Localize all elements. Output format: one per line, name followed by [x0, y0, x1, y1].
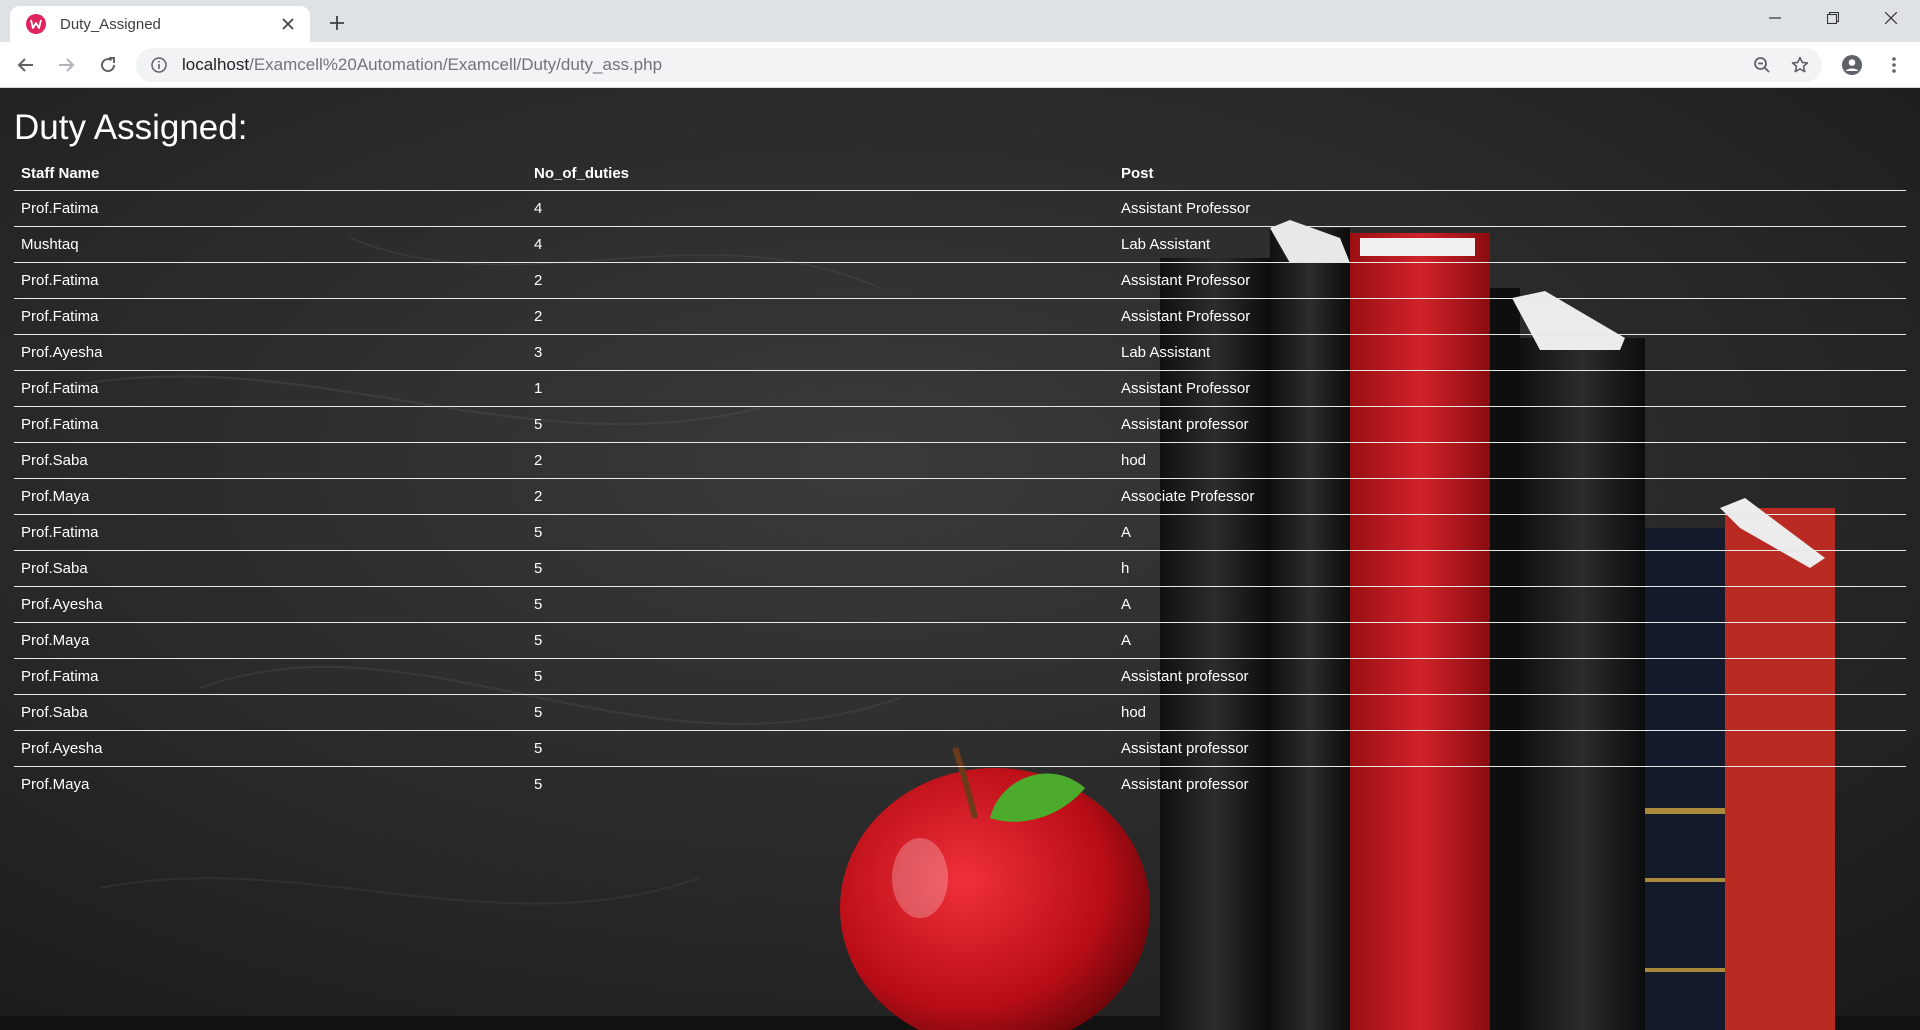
- staff-name-cell: Mushtaq: [14, 226, 527, 263]
- duties-count-cell: 2: [527, 478, 1114, 515]
- close-window-icon[interactable]: [1862, 0, 1920, 36]
- staff-name-cell: Prof.Fatima: [14, 262, 527, 299]
- post-cell: h: [1114, 550, 1906, 587]
- post-cell: Assistant Professor: [1114, 298, 1906, 335]
- tab-strip: Duty_Assigned: [0, 0, 1920, 42]
- staff-name-cell: Prof.Ayesha: [14, 334, 527, 371]
- staff-name-cell: Prof.Saba: [14, 550, 527, 587]
- post-cell: hod: [1114, 442, 1906, 479]
- post-cell: Lab Assistant: [1114, 226, 1906, 263]
- column-header-staff-name: Staff Name: [14, 158, 527, 191]
- star-icon[interactable]: [1786, 51, 1814, 79]
- staff-name-cell: Prof.Fatima: [14, 406, 527, 443]
- post-cell: A: [1114, 514, 1906, 551]
- zoom-icon[interactable]: [1748, 51, 1776, 79]
- restore-icon[interactable]: [1804, 0, 1862, 36]
- post-cell: Assistant professor: [1114, 406, 1906, 443]
- column-header-no-of-duties: No_of_duties: [527, 158, 1114, 191]
- duties-count-cell: 3: [527, 334, 1114, 371]
- forward-arrow-icon[interactable]: [50, 49, 82, 81]
- kebab-menu-icon[interactable]: [1878, 49, 1910, 81]
- url-text: localhost/Examcell%20Automation/Examcell…: [182, 55, 662, 75]
- post-cell: hod: [1114, 694, 1906, 731]
- reload-icon[interactable]: [92, 49, 124, 81]
- post-cell: A: [1114, 622, 1906, 659]
- table-row: Mushtaq 4 Lab Assistant: [14, 226, 1906, 263]
- duties-count-cell: 4: [527, 190, 1114, 227]
- table-row: Prof.Fatima 4 Assistant Professor: [14, 190, 1906, 227]
- account-icon[interactable]: [1836, 49, 1868, 81]
- duties-count-cell: 5: [527, 730, 1114, 767]
- tab-title: Duty_Assigned: [60, 15, 161, 33]
- post-cell: Assistant professor: [1121, 775, 1249, 793]
- minimize-icon[interactable]: [1746, 0, 1804, 36]
- staff-name-cell: Prof.Saba: [14, 442, 527, 479]
- browser-toolbar: localhost/Examcell%20Automation/Examcell…: [0, 42, 1920, 88]
- staff-name-cell: Prof.Maya: [14, 622, 527, 659]
- duties-count-cell: 2: [527, 442, 1114, 479]
- staff-name-cell: Prof.Ayesha: [14, 730, 527, 767]
- staff-name-cell: Prof.Fatima: [14, 298, 527, 335]
- table-row: Prof.Ayesha 5 A: [14, 586, 1906, 623]
- column-header-post: Post: [1114, 158, 1906, 191]
- staff-name-cell: Prof.Fatima: [14, 514, 527, 551]
- browser-tab[interactable]: Duty_Assigned: [10, 6, 310, 42]
- page-content: Duty Assigned: Staff Name No_of_duties P…: [0, 88, 1920, 1030]
- duties-count-cell: 4: [527, 226, 1114, 263]
- post-cell: Assistant Professor: [1114, 262, 1906, 299]
- duty-table: Staff Name No_of_duties Post Prof.Fatima…: [14, 158, 1906, 802]
- page-viewport: Duty Assigned: Staff Name No_of_duties P…: [0, 88, 1920, 1030]
- table-row: Prof.Ayesha 3 Lab Assistant: [14, 334, 1906, 371]
- table-row: Prof.Ayesha 5 Assistant professor: [14, 730, 1906, 767]
- staff-name-cell: Prof.Fatima: [14, 370, 527, 407]
- url-host: localhost: [182, 55, 250, 74]
- table-row: Prof.Maya 5 Assistant professor: [14, 766, 1906, 802]
- info-icon[interactable]: [150, 56, 168, 74]
- staff-name-cell: Prof.Fatima: [14, 190, 527, 227]
- post-cell: A: [1114, 586, 1906, 623]
- post-cell: Assistant Professor: [1114, 190, 1906, 227]
- plus-icon[interactable]: [322, 8, 352, 38]
- duties-count-cell: 5: [534, 775, 543, 793]
- url-path: /Examcell%20Automation/Examcell/Duty/dut…: [249, 55, 663, 74]
- table-row: Prof.Saba 2 hod: [14, 442, 1906, 479]
- staff-name-cell: Prof.Saba: [14, 694, 527, 731]
- back-arrow-icon[interactable]: [10, 49, 42, 81]
- table-row: Prof.Fatima 5 A: [14, 514, 1906, 551]
- duties-count-cell: 5: [527, 658, 1114, 695]
- duties-count-cell: 5: [527, 622, 1114, 659]
- table-row: Prof.Fatima 2 Assistant Professor: [14, 298, 1906, 335]
- duties-count-cell: 2: [527, 298, 1114, 335]
- wamp-favicon-icon: [26, 14, 46, 34]
- post-cell: Lab Assistant: [1114, 334, 1906, 371]
- staff-name-cell: Prof.Maya: [14, 478, 527, 515]
- staff-name-cell: Prof.Fatima: [14, 658, 527, 695]
- post-cell: Assistant professor: [1114, 658, 1906, 695]
- table-row: Prof.Fatima 5 Assistant professor: [14, 658, 1906, 695]
- duties-count-cell: 1: [527, 370, 1114, 407]
- post-cell: Associate Professor: [1114, 478, 1906, 515]
- table-row: Prof.Saba 5 hod: [14, 694, 1906, 731]
- duties-count-cell: 5: [527, 694, 1114, 731]
- duties-count-cell: 2: [527, 262, 1114, 299]
- post-cell: Assistant Professor: [1114, 370, 1906, 407]
- staff-name-cell: Prof.Ayesha: [14, 586, 527, 623]
- close-icon[interactable]: [274, 10, 302, 38]
- table-row: Prof.Fatima 5 Assistant professor: [14, 406, 1906, 443]
- table-row: Prof.Maya 2 Associate Professor: [14, 478, 1906, 515]
- address-bar[interactable]: localhost/Examcell%20Automation/Examcell…: [136, 48, 1822, 82]
- post-cell: Assistant professor: [1114, 730, 1906, 767]
- table-row: Prof.Fatima 1 Assistant Professor: [14, 370, 1906, 407]
- duties-count-cell: 5: [527, 406, 1114, 443]
- duties-count-cell: 5: [527, 550, 1114, 587]
- table-row: Prof.Fatima 2 Assistant Professor: [14, 262, 1906, 299]
- page-title: Duty Assigned:: [14, 108, 248, 147]
- duties-count-cell: 5: [527, 514, 1114, 551]
- staff-name-cell: Prof.Maya: [21, 775, 90, 793]
- table-row: Prof.Saba 5 h: [14, 550, 1906, 587]
- duties-count-cell: 5: [527, 586, 1114, 623]
- table-header-row: Staff Name No_of_duties Post: [14, 158, 1906, 191]
- table-row: Prof.Maya 5 A: [14, 622, 1906, 659]
